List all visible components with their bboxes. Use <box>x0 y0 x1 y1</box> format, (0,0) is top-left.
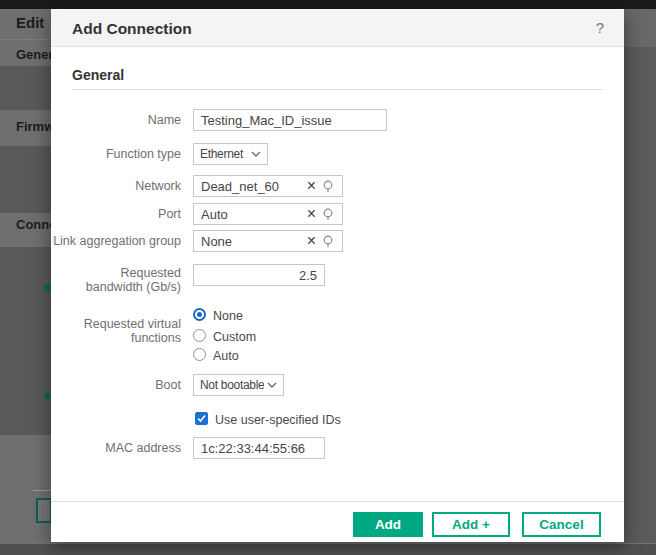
port-label: Port <box>51 207 181 221</box>
clear-icon[interactable]: × <box>307 233 316 249</box>
add-button[interactable]: Add <box>353 512 423 537</box>
network-input[interactable]: Dead_net_60 × <box>193 175 343 197</box>
rvf-label: Requested virtual functions <box>51 317 181 345</box>
name-input[interactable]: Testing_Mac_ID_issue <box>193 109 387 131</box>
mac-label: MAC address <box>51 441 181 455</box>
search-icon[interactable] <box>322 208 335 221</box>
section-rule <box>72 89 603 90</box>
lag-input[interactable]: None × <box>193 230 343 252</box>
function-type-label: Function type <box>51 147 181 161</box>
dialog-title: Add Connection <box>72 20 192 38</box>
user-ids-label: Use user-specified IDs <box>215 413 341 427</box>
bandwidth-label: Requested bandwidth (Gb/s) <box>51 266 181 294</box>
search-icon[interactable] <box>322 235 335 248</box>
add-plus-button[interactable]: Add + <box>432 512 510 537</box>
radio-custom[interactable] <box>193 329 206 342</box>
background-section-connections: Conne <box>16 217 51 232</box>
background-right <box>624 9 656 543</box>
radio-none-label: None <box>213 309 243 323</box>
user-ids-checkbox[interactable] <box>195 412 208 425</box>
port-input[interactable]: Auto × <box>193 203 343 225</box>
add-connection-dialog: Add Connection ? General Name Testing_Ma… <box>51 9 624 542</box>
function-type-select[interactable]: Ethernet <box>193 143 268 165</box>
background-button <box>36 498 52 523</box>
background-panel <box>0 247 51 435</box>
lag-label: Link aggregation group <box>51 234 181 248</box>
bandwidth-input[interactable]: 2.5 <box>193 264 325 286</box>
clear-icon[interactable]: × <box>307 206 316 222</box>
boot-select[interactable]: Not bootable <box>193 374 284 396</box>
mac-input[interactable]: 1c:22:33:44:55:66 <box>193 437 325 459</box>
section-heading: General <box>72 67 124 83</box>
background-panel <box>0 146 51 213</box>
radio-none[interactable] <box>193 308 206 321</box>
chevron-down-icon <box>264 382 277 388</box>
status-dot <box>44 392 51 399</box>
radio-auto-label: Auto <box>213 349 239 363</box>
name-label: Name <box>51 113 181 127</box>
chevron-down-icon <box>248 151 261 157</box>
top-black-bar <box>0 0 656 9</box>
background-right-band <box>624 9 656 47</box>
background-divider <box>33 490 51 491</box>
footer-rule <box>51 501 624 502</box>
background-section-firmware: Firmw <box>16 119 51 134</box>
background-section-general: Gener <box>16 47 51 62</box>
search-icon[interactable] <box>322 180 335 193</box>
background-page-title: Edit <box>16 14 51 31</box>
boot-label: Boot <box>51 378 181 392</box>
radio-custom-label: Custom <box>213 330 256 344</box>
background-panel <box>0 66 51 110</box>
background-bottom-bar <box>0 544 656 555</box>
radio-auto[interactable] <box>193 348 206 361</box>
help-icon[interactable]: ? <box>596 19 604 36</box>
background-divider <box>0 39 51 40</box>
cancel-button[interactable]: Cancel <box>522 512 601 537</box>
clear-icon[interactable]: × <box>307 178 316 194</box>
network-label: Network <box>51 179 181 193</box>
status-dot <box>44 284 51 291</box>
